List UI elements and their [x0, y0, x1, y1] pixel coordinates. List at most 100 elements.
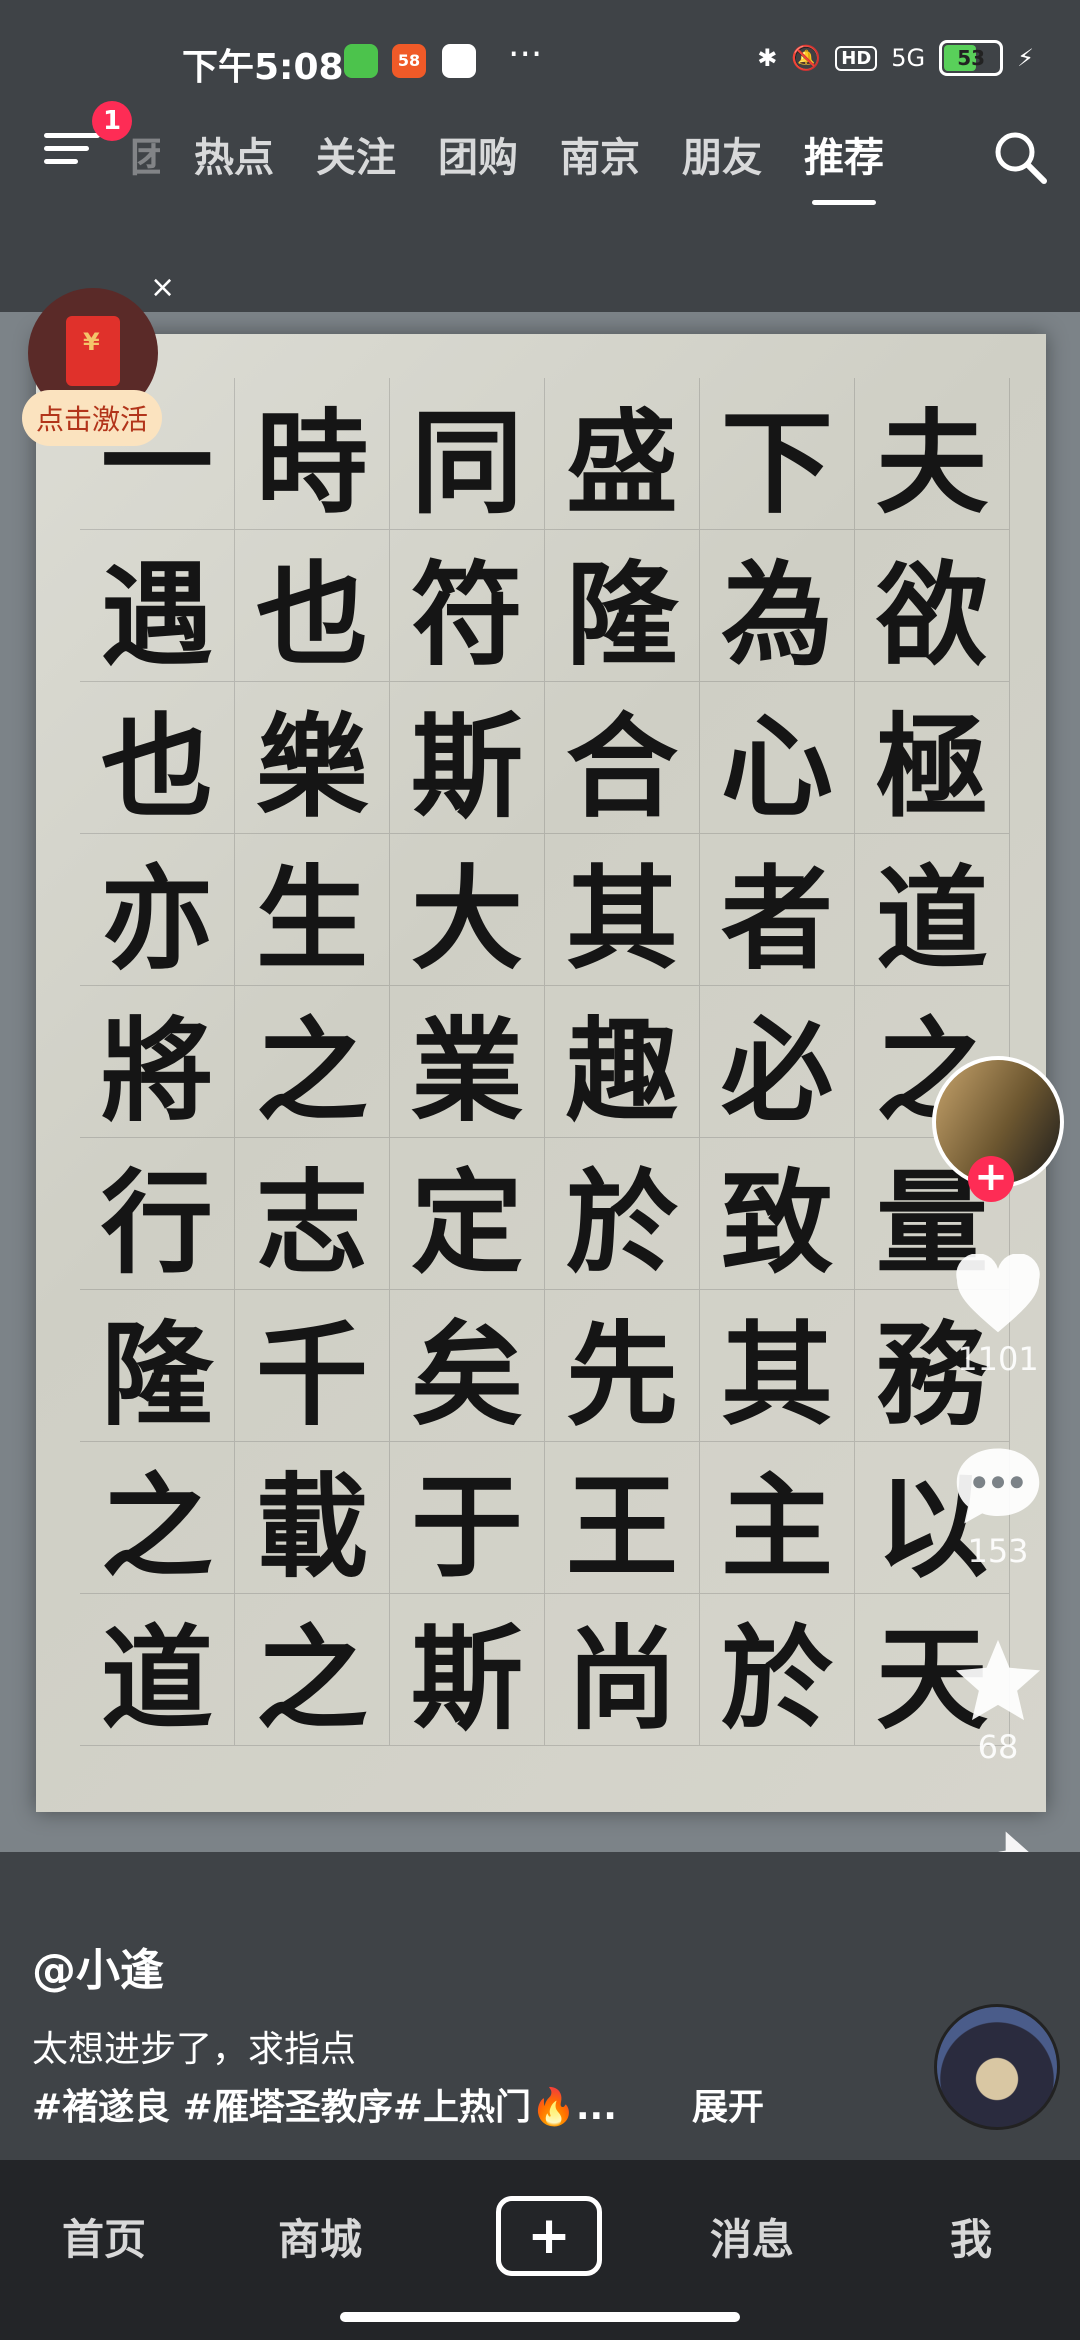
music-disc-icon[interactable] — [934, 2004, 1060, 2130]
signal-5g-icon: 5G — [891, 44, 926, 72]
favorite-action[interactable]: 68 — [948, 1636, 1048, 1766]
calligraphy-character: 夫 — [855, 378, 1010, 530]
follow-button[interactable]: + — [968, 1156, 1014, 1202]
nav-messages[interactable]: 消息 — [710, 2206, 794, 2267]
baidu-netdisk-notification-icon — [442, 44, 476, 78]
calligraphy-grid: 一時同盛下夫遇也符隆為欲也樂斯合心極亦生大其者道將之業趣必之行志定於致量隆千矣先… — [80, 378, 1010, 1746]
calligraphy-character: 隆 — [80, 1290, 235, 1442]
calligraphy-character: 時 — [235, 378, 390, 530]
status-time: 下午5:08 — [182, 47, 344, 88]
heart-icon — [956, 1253, 1040, 1333]
calligraphy-character: 大 — [390, 834, 545, 986]
calligraphy-character: 其 — [545, 834, 700, 986]
close-icon[interactable]: × — [150, 270, 175, 305]
calligraphy-character: 也 — [80, 682, 235, 834]
expand-button[interactable]: 展开 — [692, 2078, 764, 2130]
favorite-count: 68 — [977, 1728, 1019, 1766]
create-button[interactable]: + — [496, 2196, 602, 2276]
tab-nanjing[interactable]: 南京 — [560, 125, 640, 183]
activate-button[interactable]: 点击激活 — [22, 390, 163, 446]
top-tabs: 团 热点 关注 团购 南京 朋友 推荐 — [130, 125, 926, 205]
tab-group-buy[interactable]: 团购 — [438, 125, 518, 183]
nav-mall[interactable]: 商城 — [278, 2206, 362, 2267]
calligraphy-character: 於 — [545, 1138, 700, 1290]
calligraphy-character: 道 — [80, 1594, 235, 1746]
calligraphy-character: 王 — [545, 1442, 700, 1594]
calligraphy-character: 業 — [390, 986, 545, 1138]
red-envelope-icon — [66, 316, 120, 386]
home-indicator[interactable] — [340, 2312, 740, 2322]
tab-partial[interactable]: 团 — [130, 125, 160, 183]
video-hashtags[interactable]: #褚遂良 #雁塔圣教序#上热门🔥... — [32, 2078, 617, 2130]
mute-bell-icon: 🔕 — [791, 44, 822, 72]
calligraphy-character: 其 — [700, 1290, 855, 1442]
calligraphy-character: 將 — [80, 986, 235, 1138]
app-58-notification-icon: 58 — [392, 44, 426, 78]
calligraphy-character: 載 — [235, 1442, 390, 1594]
calligraphy-character: 斯 — [390, 1594, 545, 1746]
calligraphy-character: 之 — [235, 1594, 390, 1746]
nav-me[interactable]: 我 — [950, 2206, 992, 2267]
author-name[interactable]: @小逢 — [32, 1934, 164, 1998]
calligraphy-character: 主 — [700, 1442, 855, 1594]
calligraphy-character: 同 — [390, 378, 545, 530]
like-action[interactable]: 1101 — [948, 1253, 1048, 1378]
calligraphy-character: 樂 — [235, 682, 390, 834]
battery-level: 53 — [957, 46, 986, 70]
calligraphy-character: 千 — [235, 1290, 390, 1442]
star-icon — [955, 1639, 1041, 1721]
battery-icon: 53 — [939, 40, 1004, 76]
calligraphy-character: 必 — [700, 986, 855, 1138]
calligraphy-character: 斯 — [390, 682, 545, 834]
calligraphy-character: 生 — [235, 834, 390, 986]
calligraphy-character: 趣 — [545, 986, 700, 1138]
status-bar: 下午5:08 58 ··· ✱ 🔕 HD 5G 53 ⚡ — [0, 0, 1080, 120]
video-caption: @小逢 太想进步了，求指点 #褚遂良 #雁塔圣教序#上热门🔥... 展开 — [0, 1852, 1080, 2160]
calligraphy-paper: 一時同盛下夫遇也符隆為欲也樂斯合心極亦生大其者道將之業趣必之行志定於致量隆千矣先… — [36, 334, 1046, 1812]
calligraphy-character: 極 — [855, 682, 1010, 834]
like-count: 1101 — [957, 1340, 1039, 1378]
bluetooth-icon: ✱ — [757, 44, 778, 72]
wechat-notification-icon — [344, 44, 378, 78]
calligraphy-character: 心 — [700, 682, 855, 834]
tab-hot[interactable]: 热点 — [194, 125, 274, 183]
calligraphy-character: 先 — [545, 1290, 700, 1442]
calligraphy-character: 行 — [80, 1138, 235, 1290]
hd-icon: HD — [835, 45, 878, 71]
calligraphy-character: 盛 — [545, 378, 700, 530]
tab-recommend[interactable]: 推荐 — [804, 125, 884, 205]
calligraphy-character: 下 — [700, 378, 855, 530]
search-icon[interactable] — [990, 127, 1050, 187]
tab-following[interactable]: 关注 — [316, 125, 396, 183]
menu-icon[interactable] — [44, 125, 100, 181]
calligraphy-character: 矣 — [390, 1290, 545, 1442]
calligraphy-character: 道 — [855, 834, 1010, 986]
top-nav: 1 团 热点 关注 团购 南京 朋友 推荐 — [0, 101, 1080, 225]
calligraphy-character: 亦 — [80, 834, 235, 986]
calligraphy-character: 為 — [700, 530, 855, 682]
calligraphy-character: 之 — [235, 986, 390, 1138]
comment-count: 153 — [967, 1532, 1029, 1570]
nav-home[interactable]: 首页 — [62, 2206, 146, 2267]
tab-friends[interactable]: 朋友 — [682, 125, 762, 183]
video-content[interactable]: 一時同盛下夫遇也符隆為欲也樂斯合心極亦生大其者道將之業趣必之行志定於致量隆千矣先… — [0, 312, 1080, 1852]
calligraphy-character: 欲 — [855, 530, 1010, 682]
charging-icon: ⚡ — [1017, 44, 1034, 72]
comment-action[interactable]: 153 — [948, 1444, 1048, 1570]
menu-badge: 1 — [92, 101, 132, 141]
calligraphy-character: 致 — [700, 1138, 855, 1290]
comment-icon — [956, 1448, 1040, 1524]
more-notifications-icon: ··· — [508, 34, 543, 75]
calligraphy-character: 尚 — [545, 1594, 700, 1746]
calligraphy-character: 合 — [545, 682, 700, 834]
calligraphy-character: 隆 — [545, 530, 700, 682]
calligraphy-character: 于 — [390, 1442, 545, 1594]
calligraphy-character: 於 — [700, 1594, 855, 1746]
calligraphy-character: 也 — [235, 530, 390, 682]
calligraphy-character: 之 — [80, 1442, 235, 1594]
video-description: 太想进步了，求指点 — [32, 2029, 357, 2070]
calligraphy-character: 定 — [390, 1138, 545, 1290]
calligraphy-character: 符 — [390, 530, 545, 682]
calligraphy-character: 志 — [235, 1138, 390, 1290]
calligraphy-character: 遇 — [80, 530, 235, 682]
